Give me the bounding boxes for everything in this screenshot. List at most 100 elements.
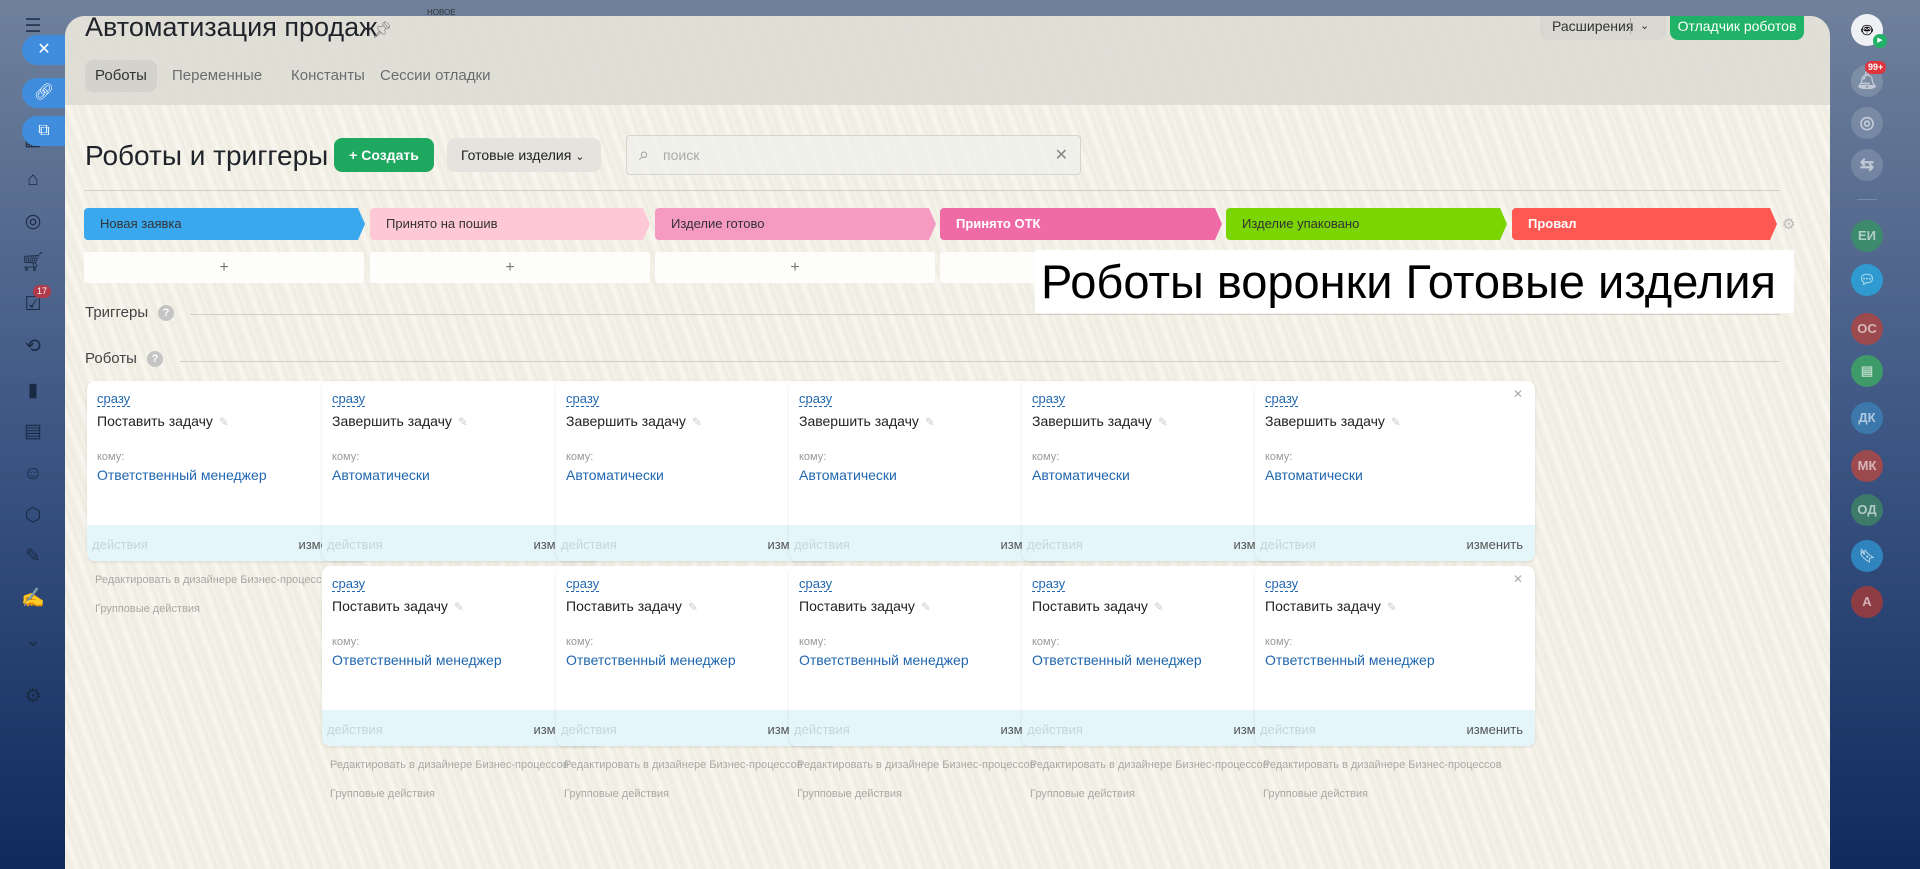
recipient-link[interactable]: Автоматически bbox=[1032, 467, 1130, 483]
actions-link[interactable]: действия bbox=[794, 537, 850, 552]
recipient-link[interactable]: Ответственный менеджер bbox=[799, 652, 969, 668]
pencil-icon[interactable]: ✎ bbox=[454, 600, 464, 614]
robot-delay-link[interactable]: сразу bbox=[566, 576, 600, 592]
pencil-icon[interactable]: ✎ bbox=[688, 600, 698, 614]
search-input[interactable] bbox=[663, 144, 1043, 166]
tab-debug-sessions[interactable]: Сессии отладки bbox=[370, 60, 500, 92]
copilot-button[interactable]: ◎ bbox=[1851, 107, 1883, 139]
create-button[interactable]: + Создать bbox=[334, 138, 434, 172]
robot-delay-link[interactable]: сразу bbox=[566, 391, 600, 407]
stage-2[interactable]: Изделие готово bbox=[655, 208, 936, 240]
robot-delay-link[interactable]: сразу bbox=[332, 576, 366, 592]
tab-variables[interactable]: Переменные bbox=[162, 60, 272, 92]
add-trigger-button[interactable]: + bbox=[84, 252, 364, 283]
recipient-link[interactable]: Автоматически bbox=[799, 467, 897, 483]
group-actions-link[interactable]: Групповые действия bbox=[1263, 788, 1368, 800]
stage-4[interactable]: Изделие упаковано bbox=[1226, 208, 1507, 240]
stage-5[interactable]: Провал bbox=[1512, 208, 1777, 240]
edit-in-designer-link[interactable]: Редактировать в дизайнере Бизнес-процесс… bbox=[797, 759, 1036, 771]
copilot-avatar[interactable]: 🤖︎ ▶ bbox=[1851, 14, 1887, 48]
pencil-icon[interactable]: ✎ bbox=[1154, 600, 1164, 614]
actions-link[interactable]: действия bbox=[327, 537, 383, 552]
edit-in-designer-link[interactable]: Редактировать в дизайнере Бизнес-процесс… bbox=[95, 574, 334, 586]
help-icon[interactable]: ? bbox=[146, 351, 163, 368]
add-trigger-button[interactable]: + bbox=[655, 252, 935, 283]
copy-link-button[interactable]: 🔗︎ bbox=[22, 78, 66, 108]
actions-link[interactable]: действия bbox=[794, 722, 850, 737]
recipient-link[interactable]: Ответственный менеджер bbox=[97, 467, 267, 483]
close-slider-button[interactable]: ✕ bbox=[22, 35, 66, 65]
close-icon[interactable]: ✕ bbox=[1513, 387, 1523, 401]
pencil-icon[interactable]: ✎ bbox=[1387, 600, 1397, 614]
robot-delay-link[interactable]: сразу bbox=[799, 576, 833, 592]
contact-avatar[interactable]: ОД bbox=[1851, 494, 1883, 526]
contact-avatar[interactable]: 🔖︎ bbox=[1851, 540, 1883, 572]
edit-in-designer-link[interactable]: Редактировать в дизайнере Бизнес-процесс… bbox=[330, 759, 569, 771]
notifications-button[interactable]: 🔔︎ 99+ bbox=[1851, 61, 1887, 97]
robot-delay-link[interactable]: сразу bbox=[332, 391, 366, 407]
group-actions-link[interactable]: Групповые действия bbox=[1030, 788, 1135, 800]
target-icon[interactable]: ◎ bbox=[21, 210, 45, 234]
edit-link[interactable]: изменить bbox=[1466, 722, 1523, 737]
stage-3[interactable]: Принято ОТК bbox=[940, 208, 1222, 240]
pencil-icon[interactable]: ✎ bbox=[458, 415, 468, 429]
actions-link[interactable]: действия bbox=[1260, 537, 1316, 552]
contact-card-icon[interactable]: ▤ bbox=[21, 420, 45, 444]
recipient-link[interactable]: Автоматически bbox=[566, 467, 664, 483]
group-actions-link[interactable]: Групповые действия bbox=[330, 788, 435, 800]
add-trigger-button[interactable]: + bbox=[370, 252, 650, 283]
robot-delay-link[interactable]: сразу bbox=[97, 391, 131, 407]
clear-icon[interactable]: ✕ bbox=[1055, 145, 1068, 165]
pencil-icon[interactable]: ✎ bbox=[219, 415, 229, 429]
pencil-icon[interactable]: ✎ bbox=[1158, 415, 1168, 429]
chevron-down-icon[interactable]: ⌄ bbox=[21, 629, 45, 653]
actions-link[interactable]: действия bbox=[92, 537, 148, 552]
robot-debugger-button[interactable]: Отладчик роботов bbox=[1670, 16, 1804, 40]
recipient-link[interactable]: Ответственный менеджер bbox=[1032, 652, 1202, 668]
contact-avatar[interactable]: ▤ bbox=[1851, 355, 1883, 387]
robot-delay-link[interactable]: сразу bbox=[1265, 391, 1299, 407]
edit-in-designer-link[interactable]: Редактировать в дизайнере Бизнес-процесс… bbox=[1263, 759, 1502, 771]
extensions-button[interactable]: Расширения ⌄ bbox=[1540, 16, 1666, 40]
recipient-link[interactable]: Ответственный менеджер bbox=[332, 652, 502, 668]
contact-avatar[interactable]: А bbox=[1851, 586, 1883, 618]
robot-delay-link[interactable]: сразу bbox=[1032, 391, 1066, 407]
pencil-icon[interactable]: ✎ bbox=[925, 415, 935, 429]
storage-icon[interactable]: ⌂ bbox=[21, 168, 45, 192]
box-icon[interactable]: ⬡ bbox=[21, 504, 45, 528]
edit-in-designer-link[interactable]: Редактировать в дизайнере Бизнес-процесс… bbox=[1030, 759, 1269, 771]
pencil-icon[interactable]: ✎ bbox=[1391, 415, 1401, 429]
actions-link[interactable]: действия bbox=[1260, 722, 1316, 737]
actions-link[interactable]: действия bbox=[1027, 722, 1083, 737]
close-icon[interactable]: ✕ bbox=[1513, 572, 1523, 586]
signature-icon[interactable]: ✍ bbox=[21, 587, 45, 611]
stage-0[interactable]: Новая заявка bbox=[84, 208, 365, 240]
contact-avatar[interactable]: ДК bbox=[1851, 402, 1883, 434]
actions-link[interactable]: действия bbox=[327, 722, 383, 737]
robot-delay-link[interactable]: сразу bbox=[799, 391, 833, 407]
robot-delay-link[interactable]: сразу bbox=[1032, 576, 1066, 592]
pencil-icon[interactable]: ✎ bbox=[692, 415, 702, 429]
edit-in-designer-link[interactable]: Редактировать в дизайнере Бизнес-процесс… bbox=[564, 759, 803, 771]
help-icon[interactable]: ? bbox=[158, 305, 175, 322]
stage-1[interactable]: Принято на пошив bbox=[370, 208, 650, 240]
recipient-link[interactable]: Ответственный менеджер bbox=[566, 652, 736, 668]
settings-icon[interactable]: ⚙ bbox=[21, 685, 45, 709]
open-new-window-button[interactable]: ⧉ bbox=[22, 116, 66, 146]
actions-link[interactable]: действия bbox=[561, 537, 617, 552]
group-actions-link[interactable]: Групповые действия bbox=[564, 788, 669, 800]
group-actions-link[interactable]: Групповые действия bbox=[95, 603, 200, 615]
actions-link[interactable]: действия bbox=[1027, 537, 1083, 552]
group-actions-link[interactable]: Групповые действия bbox=[797, 788, 902, 800]
analytics-icon[interactable]: ▮ bbox=[21, 379, 45, 403]
pencil-icon[interactable]: ✎ bbox=[921, 600, 931, 614]
tab-constants[interactable]: Константы bbox=[281, 60, 375, 92]
recipient-link[interactable]: Автоматически bbox=[332, 467, 430, 483]
cart-icon[interactable]: 🛒︎ bbox=[21, 251, 45, 275]
actions-link[interactable]: действия bbox=[561, 722, 617, 737]
recipient-link[interactable]: Ответственный менеджер bbox=[1265, 652, 1435, 668]
document-icon[interactable]: ✎ bbox=[21, 545, 45, 569]
robot-icon[interactable]: ☺ bbox=[21, 462, 45, 486]
robot-delay-link[interactable]: сразу bbox=[1265, 576, 1299, 592]
contact-avatar[interactable]: ЕИ bbox=[1851, 220, 1883, 252]
